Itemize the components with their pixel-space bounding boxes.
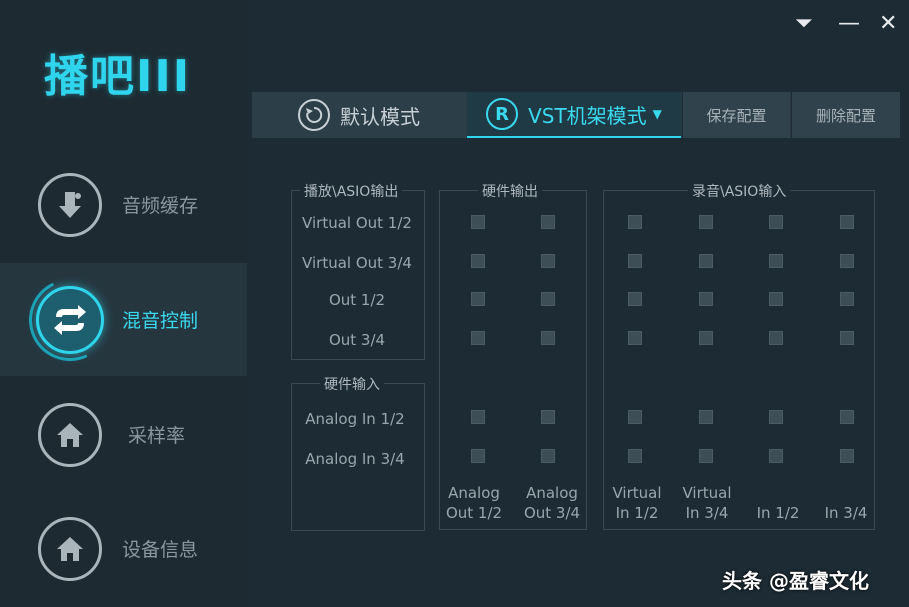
route-cell[interactable] [699,410,713,424]
route-cell[interactable] [699,449,713,463]
route-cell[interactable] [471,292,485,306]
sidebar-item-label: 混音控制 [122,310,199,332]
route-cell[interactable] [628,254,642,268]
route-cell[interactable] [541,254,555,268]
delete-config-button[interactable]: 删除配置 [791,92,900,138]
sidebar-item-label: 音频缓存 [122,195,199,217]
column-label-analog-out-34: Analog Out 3/4 [523,484,581,522]
row-label-analog-in-34: Analog In 3/4 [305,450,405,468]
route-cell[interactable] [471,449,485,463]
route-cell[interactable] [769,331,783,345]
hardware-output-panel: 硬件输出 [439,181,587,530]
route-cell[interactable] [840,410,854,424]
tab-default-mode[interactable]: 默认模式 [252,92,466,138]
panel-title: 硬件输入 [320,374,384,394]
route-cell[interactable] [628,215,642,229]
tab-vst-mode[interactable]: R VST机架模式 ▼ [467,92,681,138]
route-cell[interactable] [699,215,713,229]
route-cell[interactable] [471,215,485,229]
sidebar-item-sample-rate[interactable]: 采样率 [0,378,247,491]
menu-dropdown-icon[interactable]: ⏷ [795,10,813,38]
route-cell[interactable] [628,331,642,345]
route-cell[interactable] [840,292,854,306]
route-cell[interactable] [628,449,642,463]
route-cell[interactable] [471,331,485,345]
sidebar-item-label: 采样率 [128,425,186,447]
caret-down-icon[interactable]: ▼ [653,107,662,121]
panel-title: 录音\ASIO输入 [688,181,791,201]
recording-asio-input-panel: 录音\ASIO输入 [603,181,875,530]
minimize-button[interactable]: — [838,10,860,38]
save-config-button[interactable]: 保存配置 [682,92,790,138]
registered-icon: R [486,98,519,130]
tab-label: VST机架模式 [528,103,647,128]
route-cell[interactable] [769,410,783,424]
reset-icon [298,99,330,131]
column-label-in-12: In 1/2 [756,504,800,522]
route-cell[interactable] [541,215,555,229]
row-label-analog-in-12: Analog In 1/2 [305,410,405,428]
route-cell[interactable] [699,254,713,268]
row-label-virtual-out-34: Virtual Out 3/4 [302,254,412,272]
column-label-in-34: In 3/4 [824,504,868,522]
mixer-swap-icon [36,285,104,354]
route-cell[interactable] [471,254,485,268]
tab-label: 默认模式 [340,104,420,129]
row-label-virtual-out-12: Virtual Out 1/2 [302,214,412,232]
route-cell[interactable] [769,449,783,463]
route-cell[interactable] [628,292,642,306]
column-label-virtual-in-12: Virtual In 1/2 [612,484,662,522]
column-label-analog-out-12: Analog Out 1/2 [445,484,503,522]
button-label: 删除配置 [815,106,876,125]
home-icon [38,516,102,581]
sidebar-item-audio-buffer[interactable]: 音频缓存 [0,148,247,261]
route-cell[interactable] [699,292,713,306]
route-cell[interactable] [769,254,783,268]
route-cell[interactable] [541,331,555,345]
mode-tab-bar: 默认模式 R VST机架模式 ▼ 保存配置 删除配置 [252,92,900,138]
sidebar: 播吧III 音频缓存 混音控制 采样率 设备信息 [0,0,247,607]
route-cell[interactable] [840,331,854,345]
route-cell[interactable] [471,410,485,424]
route-cell[interactable] [840,254,854,268]
route-cell[interactable] [541,410,555,424]
panel-title: 播放\ASIO输出 [300,181,403,201]
column-label-virtual-in-34: Virtual In 3/4 [682,484,732,522]
route-cell[interactable] [840,449,854,463]
route-cell[interactable] [541,292,555,306]
music-download-icon [38,172,102,237]
sidebar-item-device-info[interactable]: 设备信息 [0,492,247,605]
sidebar-item-label: 设备信息 [122,539,199,561]
close-button[interactable]: ✕ [879,10,897,38]
route-cell[interactable] [769,215,783,229]
route-cell[interactable] [840,215,854,229]
button-label: 保存配置 [706,106,767,125]
route-cell[interactable] [541,449,555,463]
row-label-out-12: Out 1/2 [328,291,386,309]
row-label-out-34: Out 3/4 [328,331,386,349]
panel-title: 硬件输出 [478,181,542,201]
sidebar-item-mixer-control[interactable]: 混音控制 [0,263,247,376]
route-cell[interactable] [769,292,783,306]
route-cell[interactable] [628,410,642,424]
app-logo: 播吧III [44,51,192,102]
home-icon [38,402,102,467]
watermark-text: 头条 @盈睿文化 [722,569,869,593]
route-cell[interactable] [699,331,713,345]
